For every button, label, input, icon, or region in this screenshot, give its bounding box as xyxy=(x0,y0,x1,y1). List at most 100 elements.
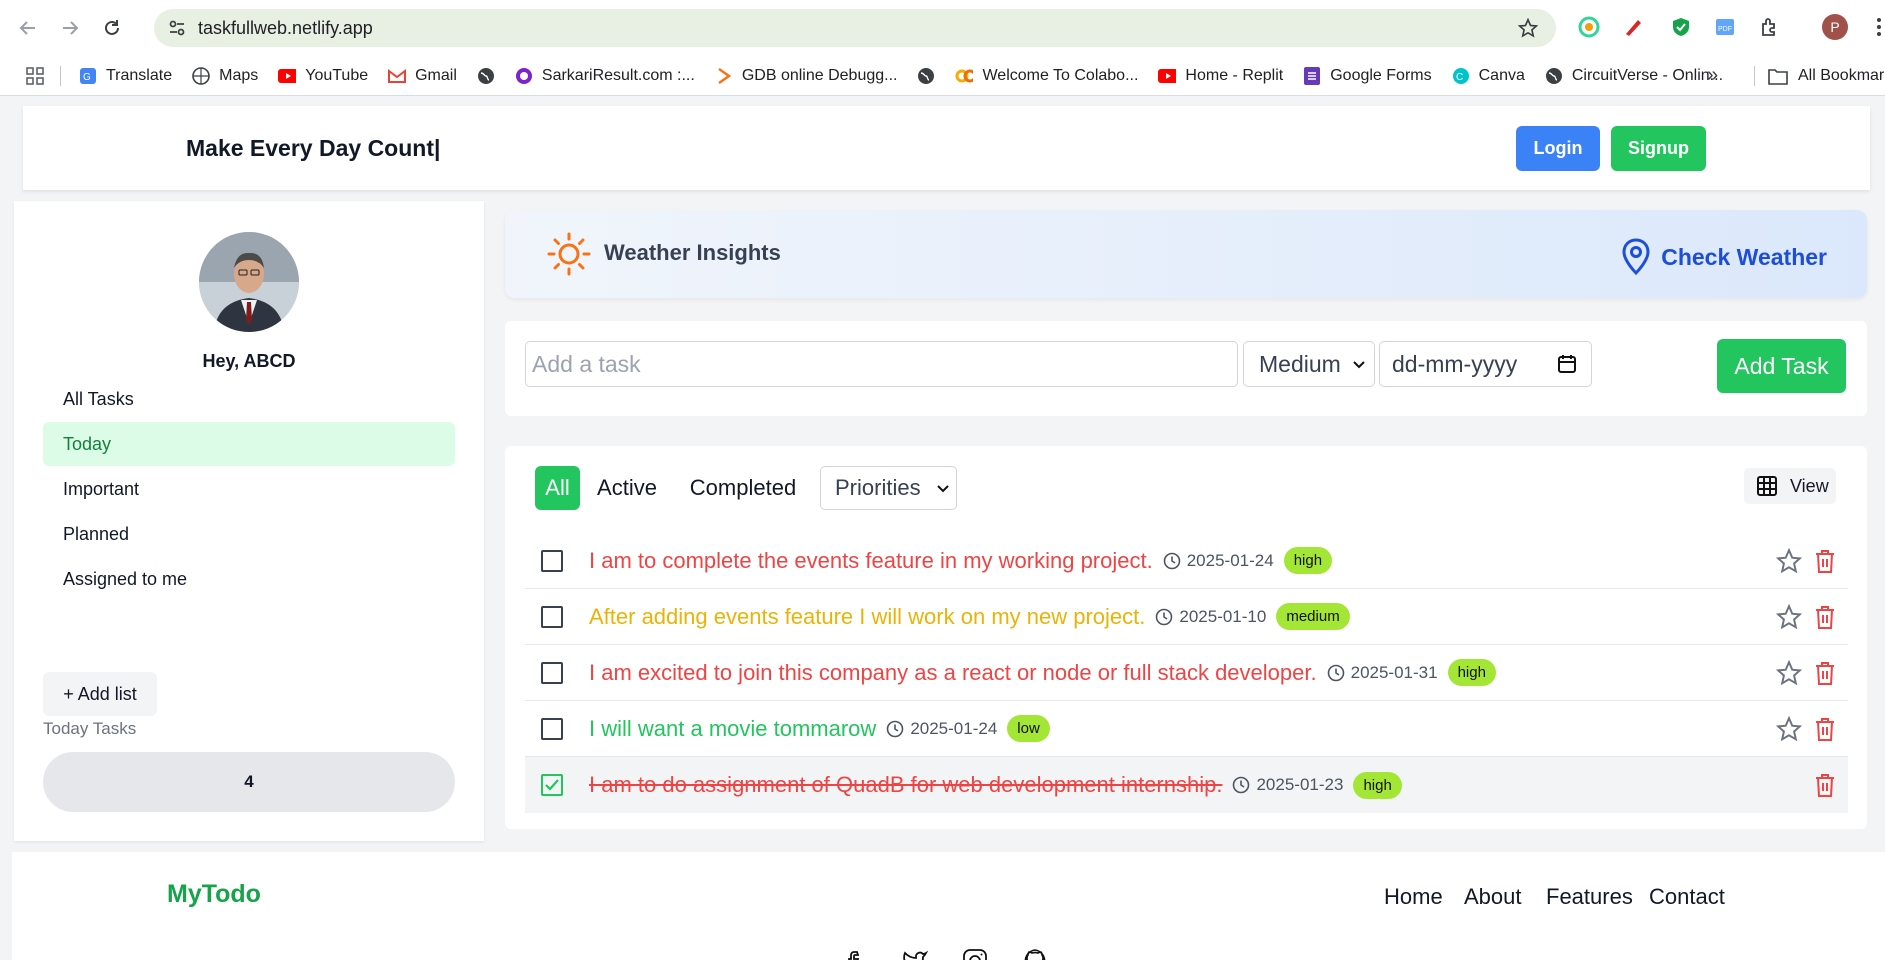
task-content: I will want a movie tommarow 2025-01-24 lo… xyxy=(589,715,1050,742)
bookmark-item[interactable]: C Canva xyxy=(1452,67,1525,85)
check-weather-button[interactable]: Check Weather xyxy=(1621,238,1827,276)
instagram-icon[interactable] xyxy=(962,948,988,960)
signup-button[interactable]: Signup xyxy=(1611,125,1706,171)
star-icon[interactable] xyxy=(1776,547,1802,574)
priority-badge: low xyxy=(1007,715,1050,742)
facebook-icon[interactable] xyxy=(842,948,868,960)
task-text[interactable]: I will want a movie tommarow xyxy=(589,716,876,742)
bookmark-item[interactable]: Home - Replit xyxy=(1158,67,1283,85)
star-icon[interactable] xyxy=(1776,715,1802,742)
task-checkbox[interactable] xyxy=(541,717,563,740)
forward-icon[interactable] xyxy=(56,14,84,42)
task-checkbox[interactable] xyxy=(541,774,563,796)
task-text[interactable]: After adding events feature I will work … xyxy=(589,604,1145,630)
footer-link-home[interactable]: Home xyxy=(1384,884,1443,910)
bookmark-label: Translate xyxy=(106,66,173,84)
sidebar-item-all-tasks[interactable]: All Tasks xyxy=(43,377,455,421)
priority-select[interactable]: Medium xyxy=(1243,341,1375,387)
avatar xyxy=(199,232,299,332)
gmail-icon xyxy=(388,67,407,85)
bookmark-item[interactable]: Welcome To Colabo... xyxy=(955,67,1138,85)
site-info-icon[interactable] xyxy=(168,19,186,37)
footer-link-about[interactable]: About xyxy=(1464,884,1522,910)
greeting: Hey, ABCD xyxy=(202,351,296,371)
trash-icon[interactable] xyxy=(1813,660,1837,686)
bookmark-item[interactable]: CircuitVerse - Onlin... xyxy=(1545,67,1723,85)
bookmark-item[interactable] xyxy=(917,67,935,85)
maps-icon xyxy=(192,66,210,85)
tab-active[interactable]: Active xyxy=(596,466,658,510)
task-checkbox[interactable] xyxy=(541,549,563,572)
add-list-button[interactable]: + Add list xyxy=(43,672,157,716)
trash-icon[interactable] xyxy=(1813,548,1837,574)
add-task-button[interactable]: Add Task xyxy=(1717,339,1846,393)
more-bookmarks-button[interactable]: » xyxy=(1707,64,1718,87)
extension-shield-icon[interactable] xyxy=(1668,14,1694,40)
task-text[interactable]: I am to do assignment of QuadB for web d… xyxy=(589,772,1222,798)
bookmark-item[interactable]: Maps xyxy=(192,67,258,85)
folder-icon xyxy=(1768,68,1788,85)
task-date-text: 2025-01-24 xyxy=(1186,550,1274,570)
back-icon[interactable] xyxy=(14,14,42,42)
task-content: I am to do assignment of QuadB for web d… xyxy=(589,771,1402,799)
bookmark-item[interactable]: Google Forms xyxy=(1303,66,1432,85)
task-checkbox[interactable] xyxy=(541,605,563,628)
extension-pdf-icon[interactable]: PDF xyxy=(1712,14,1738,40)
tab-completed[interactable]: Completed xyxy=(687,466,799,510)
github-icon[interactable] xyxy=(1022,948,1048,960)
bookmark-item[interactable]: SarkariResult.com :... xyxy=(515,67,695,85)
footer-link-contact[interactable]: Contact xyxy=(1649,884,1725,910)
extension-circle-icon[interactable] xyxy=(1576,14,1602,40)
sidebar-item-assigned-to-me[interactable]: Assigned to me xyxy=(43,557,455,601)
extension-pen-icon[interactable] xyxy=(1620,14,1646,40)
calendar-icon xyxy=(1558,355,1576,373)
trash-icon[interactable] xyxy=(1813,716,1837,742)
bookmark-item[interactable]: YouTube xyxy=(278,67,368,85)
bookmark-item[interactable]: Gmail xyxy=(388,67,457,85)
canva-icon: C xyxy=(1452,67,1470,85)
address-bar[interactable]: taskfullweb.netlify.app xyxy=(154,9,1556,47)
task-content: I am to complete the events feature in m… xyxy=(589,547,1333,574)
task-checkbox[interactable] xyxy=(541,661,563,684)
task-due-date: 2025-01-24 xyxy=(1163,551,1274,571)
url-text[interactable]: taskfullweb.netlify.app xyxy=(198,18,373,39)
footer-link-features[interactable]: Features xyxy=(1546,884,1633,910)
location-pin-icon xyxy=(1622,238,1650,276)
menu-dots-icon[interactable] xyxy=(1866,14,1885,40)
bookmark-item[interactable]: G Translate xyxy=(79,67,172,85)
bookmarks-bar: G Translate Maps YouTube Gmail SarkariResult.… xyxy=(0,56,1885,96)
trash-icon[interactable] xyxy=(1813,604,1837,630)
apps-grid-icon[interactable] xyxy=(26,66,44,85)
task-input[interactable]: Add a task xyxy=(525,341,1238,387)
view-toggle-button[interactable]: View xyxy=(1744,468,1836,504)
weather-card: Weather Insights Check Weather xyxy=(505,210,1867,298)
clock-icon xyxy=(1327,664,1344,681)
priorities-filter-select[interactable]: Priorities xyxy=(820,466,957,510)
bookmark-item[interactable] xyxy=(477,67,495,85)
extensions-puzzle-icon[interactable] xyxy=(1756,14,1782,40)
due-date-input[interactable]: dd-mm-yyyy xyxy=(1379,341,1592,387)
priority-badge: high xyxy=(1353,771,1402,799)
all-bookmarks-folder[interactable]: All Bookmarks xyxy=(1768,67,1885,85)
bookmark-star-icon[interactable] xyxy=(1518,18,1538,38)
reload-icon[interactable] xyxy=(98,14,126,42)
task-text[interactable]: I am to complete the events feature in m… xyxy=(589,548,1153,574)
bookmark-item[interactable]: GDB online Debugg... xyxy=(715,67,897,85)
login-button[interactable]: Login xyxy=(1516,125,1600,171)
priority-badge: high xyxy=(1283,547,1333,574)
twitter-icon[interactable] xyxy=(902,948,928,960)
sidebar-item-today[interactable]: Today xyxy=(43,422,455,466)
add-task-card: Add a task Medium dd-mm-yyyy Add Task xyxy=(505,321,1867,416)
task-text[interactable]: I am excited to join this company as a r… xyxy=(589,660,1317,686)
star-icon[interactable] xyxy=(1776,603,1802,630)
sidebar-item-important[interactable]: Important xyxy=(43,467,455,511)
task-due-date: 2025-01-24 xyxy=(886,719,997,739)
task-row: After adding events feature I will work … xyxy=(525,589,1848,645)
browser-toolbar: taskfullweb.netlify.app PDF P xyxy=(0,0,1885,56)
sidebar-item-planned[interactable]: Planned xyxy=(43,512,455,556)
trash-icon[interactable] xyxy=(1813,772,1837,798)
profile-avatar[interactable]: P xyxy=(1822,14,1848,40)
footer-brand[interactable]: MyTodo xyxy=(167,880,261,909)
tab-all[interactable]: All xyxy=(535,466,580,510)
star-icon[interactable] xyxy=(1776,659,1802,686)
